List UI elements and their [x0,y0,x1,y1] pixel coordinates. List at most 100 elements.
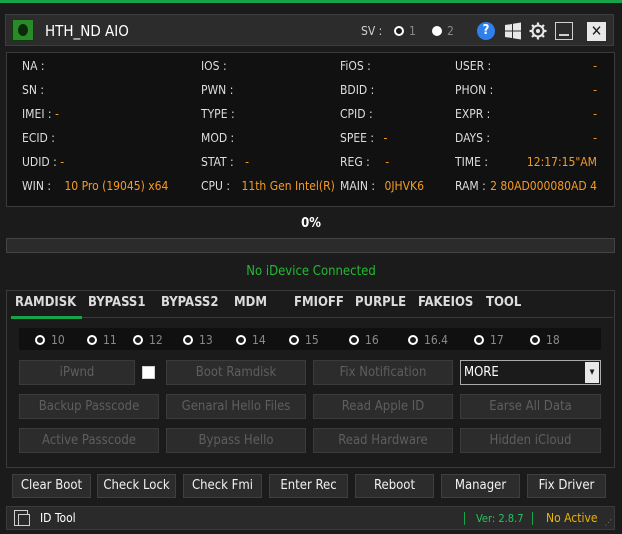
info-pwn: PWN : [201,83,234,97]
info-spee: SPEE : - [340,131,388,145]
radio-icon [35,334,45,345]
ios-option-12[interactable]: 12 [133,333,163,347]
info-cpu: CPU : 11th Gen Intel(R) [201,179,335,193]
active-passcode-button[interactable]: Active Passcode [19,428,159,453]
top-accent-line [0,0,622,3]
more-select[interactable]: MORE ▼ [460,360,601,385]
chevron-down-icon: ▼ [585,362,599,383]
manager-button[interactable]: Manager [441,474,520,498]
sv-option-2[interactable]: 2 [432,24,454,38]
id-tool-label: ID Tool [40,511,76,525]
fix-driver-button[interactable]: Fix Driver [527,474,606,498]
info-phon: PHON : - [455,83,597,97]
info-bdid: BDID : [340,83,375,97]
copy-icon[interactable] [14,510,30,526]
check-lock-button[interactable]: Check Lock [97,474,176,498]
radio-icon [408,334,418,345]
ios-option-17[interactable]: 17 [474,333,504,347]
read-hardware-button[interactable]: Read Hardware [313,428,453,453]
tab-ramdisk[interactable]: RAMDISK [15,295,76,310]
help-icon[interactable]: ? [477,22,495,40]
windows-icon[interactable] [504,22,522,40]
info-expr: EXPR : - [455,107,597,121]
ios-option-16-4[interactable]: 16.4 [408,333,448,347]
info-type: TYPE : [201,107,235,121]
progress-percent: 0% [301,216,321,231]
tab-bypass2[interactable]: BYPASS2 [161,295,219,310]
clear-boot-button[interactable]: Clear Boot [12,474,91,498]
radio-icon [133,334,143,345]
info-main: MAIN : 0JHVK6 [340,179,424,193]
tab-fakeios[interactable]: FAKEIOS [418,295,473,310]
info-stat: STAT : - [201,155,249,169]
app-title: HTH_ND AIO [45,22,129,40]
boot-ramdisk-button[interactable]: Boot Ramdisk [166,360,306,385]
minimize-icon[interactable] [555,22,573,40]
earse-all-data-button[interactable]: Earse All Data [460,394,601,419]
info-user: USER : - [455,59,597,73]
activation-status: No Active [546,511,598,525]
radio-icon [183,334,193,345]
active-tab-indicator [11,316,82,319]
read-apple-id-button[interactable]: Read Apple ID [313,394,453,419]
info-mod: MOD : [201,131,235,145]
info-cpid: CPID : [340,107,373,121]
tab-bypass1[interactable]: BYPASS1 [88,295,146,310]
ios-option-13[interactable]: 13 [183,333,213,347]
info-ios: IOS : [201,59,227,73]
ios-option-15[interactable]: 15 [289,333,319,347]
close-icon[interactable]: ✕ [587,22,606,41]
radio-icon [236,334,246,345]
info-time: TIME : 12:17:15"AM [455,155,597,169]
ipwnd-checkbox[interactable] [142,366,155,379]
sv-option-1[interactable]: 1 [394,24,416,38]
info-na: NA : [22,59,45,73]
backup-passcode-button[interactable]: Backup Passcode [19,394,159,419]
info-sn: SN : [22,83,44,97]
info-reg: REG : - [340,155,390,169]
reboot-button[interactable]: Reboot [355,474,434,498]
version-label: Ver: 2.8.7 [476,512,524,525]
bypass-hello-button[interactable]: Bypass Hello [166,428,306,453]
info-imei: IMEI : - [22,107,59,121]
radio-icon [432,25,442,36]
info-win: WIN : 10 Pro (19045) x64 [22,179,169,193]
ios-option-18[interactable]: 18 [530,333,560,347]
ios-option-16[interactable]: 16 [349,333,379,347]
radio-icon [394,25,404,36]
title-bar[interactable]: HTH_ND AIO SV : 1 2 ? ✕ [5,14,614,46]
info-days: DAYS : - [455,131,597,145]
tab-fmioff[interactable]: FMIOFF [294,295,344,310]
app-logo-icon [12,19,34,41]
fix-notification-button[interactable]: Fix Notification [313,360,453,385]
tab-divider [82,317,613,318]
check-fmi-button[interactable]: Check Fmi [183,474,262,498]
divider [532,512,533,525]
info-udid: UDID : - [22,155,65,169]
ios-option-14[interactable]: 14 [236,333,266,347]
info-fios: FiOS : [340,59,371,73]
ios-option-11[interactable]: 11 [87,333,117,347]
radio-icon [289,334,299,345]
tab-purple[interactable]: PURPLE [355,295,406,310]
info-ram: RAM : 2 80AD000080AD 4 [455,179,597,193]
more-select-value: MORE [464,365,499,380]
genaral-hello-files-button[interactable]: Genaral Hello Files [166,394,306,419]
hidden-icloud-button[interactable]: Hidden iCloud [460,428,601,453]
connection-status: No iDevice Connected [246,264,376,279]
radio-icon [530,334,540,345]
enter-rec-button[interactable]: Enter Rec [269,474,348,498]
tab-tool[interactable]: TOOL [486,295,521,310]
tab-mdm[interactable]: MDM [234,295,267,310]
status-footer: ID Tool Ver: 2.8.7 No Active ⋰ [6,506,615,530]
progress-bar [6,238,615,253]
gear-icon[interactable] [529,22,547,40]
sv-label: SV : [361,24,383,38]
divider [464,512,465,525]
ios-option-10[interactable]: 10 [35,333,65,347]
resize-grip-icon[interactable]: ⋰ [605,518,612,527]
info-ecid: ECID : [22,131,55,145]
radio-icon [474,334,484,345]
ipwnd-button[interactable]: iPwnd [19,360,135,385]
radio-icon [87,334,97,345]
